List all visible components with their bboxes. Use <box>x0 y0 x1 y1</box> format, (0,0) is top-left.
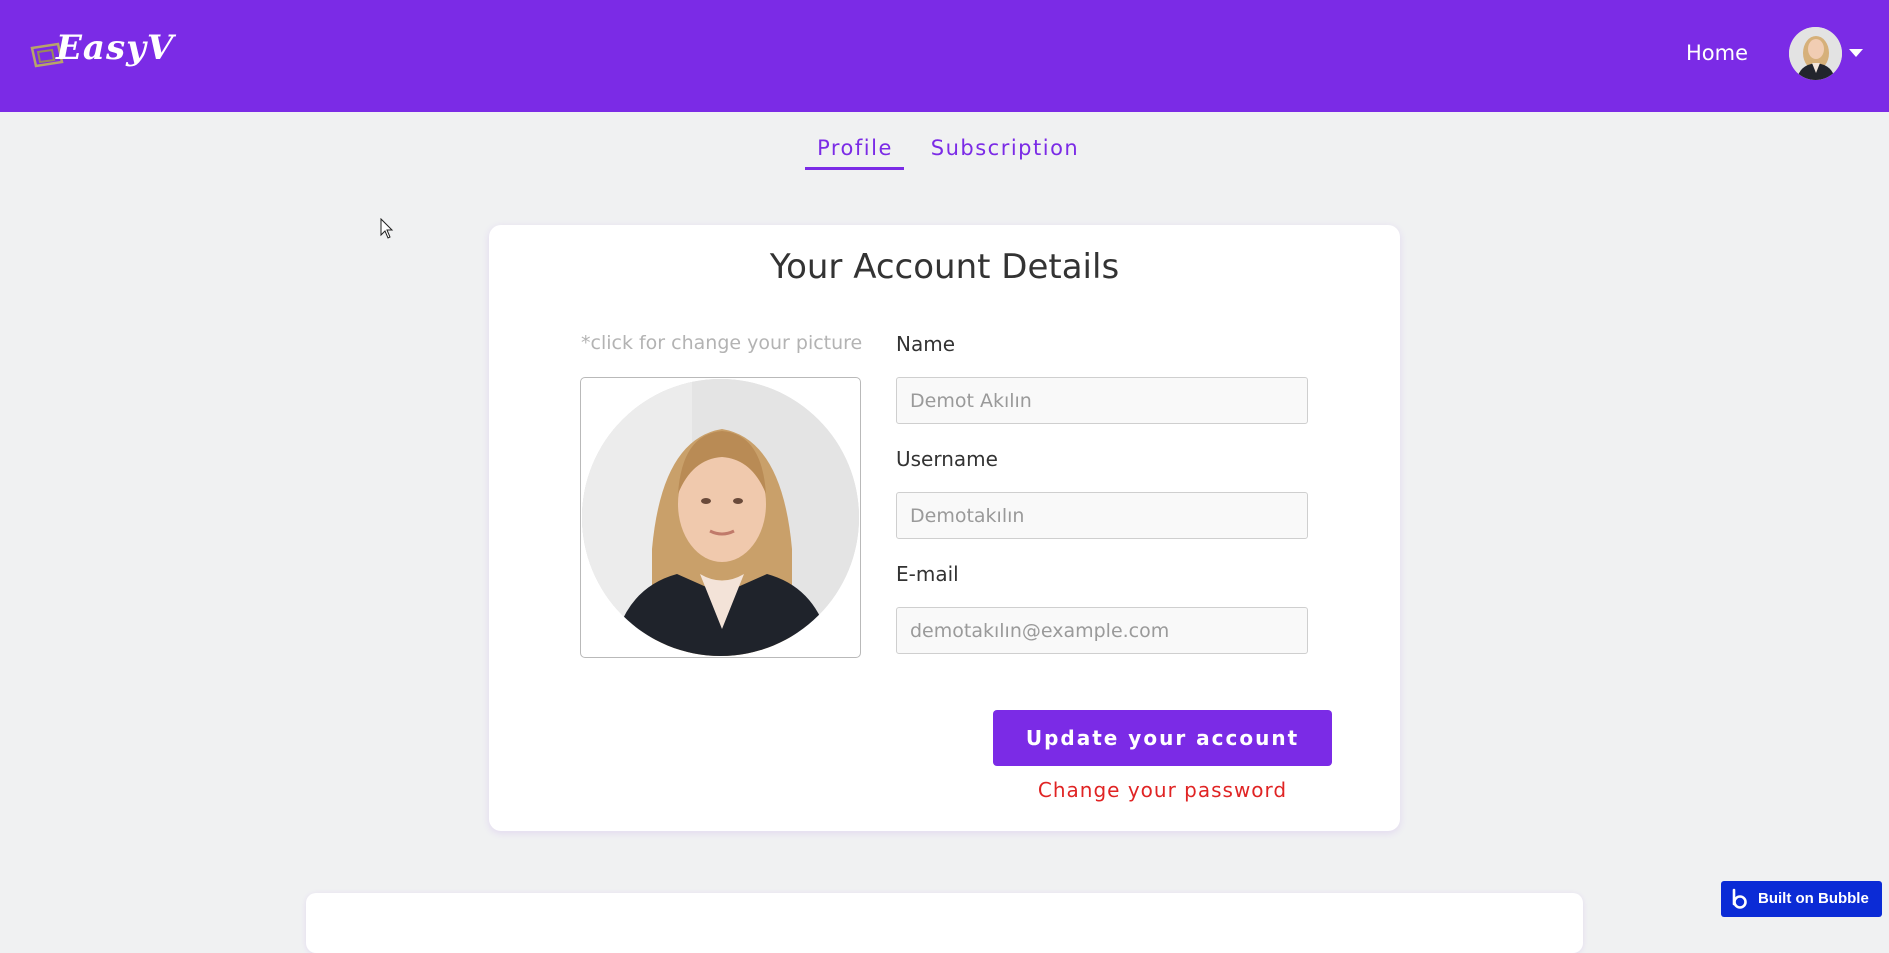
active-tab-indicator <box>805 167 904 170</box>
tab-subscription[interactable]: Subscription <box>930 136 1080 160</box>
page-title: Your Account Details <box>769 247 1120 287</box>
tab-bar: Profile Subscription <box>0 136 1889 176</box>
name-field[interactable] <box>896 377 1308 424</box>
nav-home-link[interactable]: Home <box>1686 41 1748 65</box>
bubble-logo-icon <box>1732 888 1747 909</box>
logo[interactable]: EasyV <box>28 28 173 78</box>
bubble-badge-label: Built on Bubble <box>1758 890 1869 907</box>
logo-text: EasyV <box>56 28 175 68</box>
name-label: Name <box>896 332 956 356</box>
username-label: Username <box>896 447 998 471</box>
change-password-link[interactable]: Change your password <box>993 778 1332 802</box>
avatar-photo <box>1789 27 1842 80</box>
profile-picture <box>582 379 859 656</box>
email-field[interactable] <box>896 607 1308 654</box>
top-navbar: EasyV Home <box>0 0 1889 112</box>
built-on-bubble-badge[interactable]: Built on Bubble <box>1721 881 1882 917</box>
username-field[interactable] <box>896 492 1308 539</box>
profile-photo <box>582 379 859 656</box>
secondary-card <box>306 893 1583 953</box>
mouse-cursor-icon <box>380 218 394 239</box>
tab-profile[interactable]: Profile <box>805 136 905 160</box>
profile-picture-uploader[interactable] <box>580 377 861 658</box>
user-avatar[interactable] <box>1789 27 1842 80</box>
email-label: E-mail <box>896 562 959 586</box>
picture-hint: *click for change your picture <box>581 332 863 354</box>
update-account-button[interactable]: Update your account <box>993 710 1332 766</box>
account-details-card: Your Account Details *click for change y… <box>489 225 1400 831</box>
chevron-down-icon[interactable] <box>1849 49 1863 57</box>
